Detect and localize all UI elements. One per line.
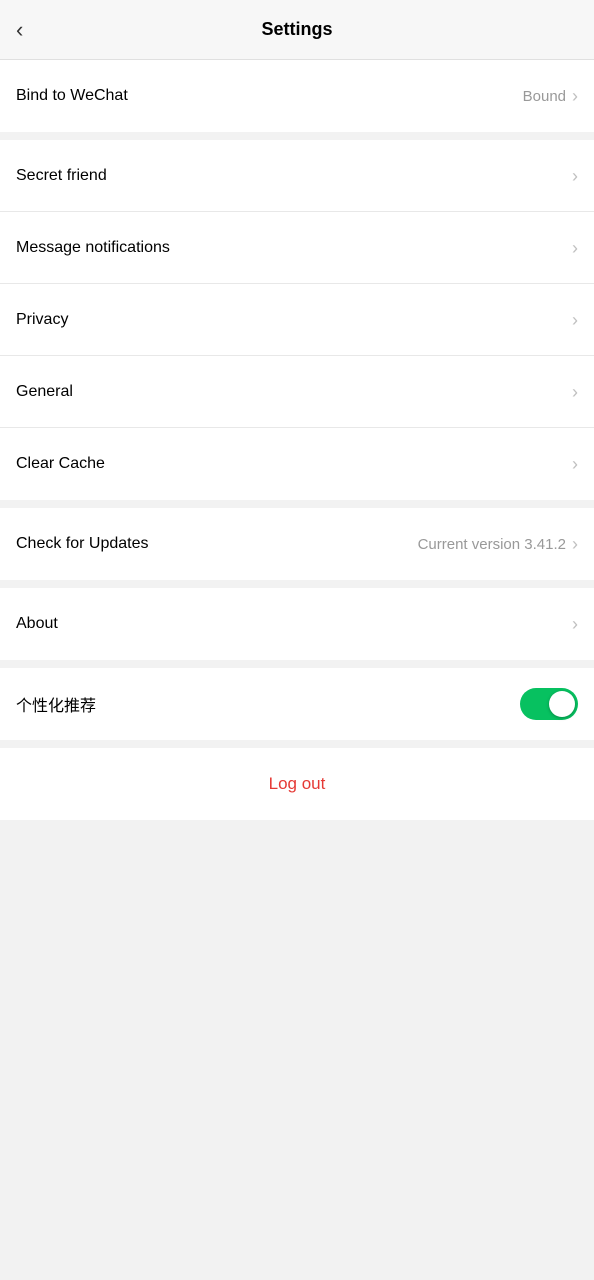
personalized-toggle[interactable]: [520, 688, 578, 720]
section-bind: Bind to WeChat Bound ›: [0, 60, 594, 132]
chevron-icon: ›: [572, 239, 578, 257]
check-updates-right: Current version 3.41.2 ›: [418, 535, 578, 553]
general-right: ›: [572, 383, 578, 401]
row-personalized[interactable]: 个性化推荐: [0, 668, 594, 740]
check-updates-value: Current version 3.41.2: [418, 536, 566, 553]
privacy-label: Privacy: [16, 311, 68, 329]
row-clear-cache[interactable]: Clear Cache ›: [0, 428, 594, 500]
general-label: General: [16, 383, 73, 401]
chevron-icon: ›: [572, 455, 578, 473]
personalized-label: 个性化推荐: [16, 692, 96, 716]
message-notifications-right: ›: [572, 239, 578, 257]
toggle-knob: [549, 691, 575, 717]
message-notifications-label: Message notifications: [16, 239, 170, 257]
row-privacy[interactable]: Privacy ›: [0, 284, 594, 356]
section-personalized: 个性化推荐: [0, 668, 594, 740]
header: ‹ Settings: [0, 0, 594, 60]
chevron-icon: ›: [572, 535, 578, 553]
clear-cache-label: Clear Cache: [16, 455, 105, 473]
page-title: Settings: [261, 19, 332, 40]
logout-section[interactable]: Log out: [0, 748, 594, 820]
section-updates: Check for Updates Current version 3.41.2…: [0, 508, 594, 580]
bind-wechat-value: Bound: [523, 88, 566, 105]
chevron-icon: ›: [572, 311, 578, 329]
secret-friend-right: ›: [572, 167, 578, 185]
section-about: About ›: [0, 588, 594, 660]
row-general[interactable]: General ›: [0, 356, 594, 428]
chevron-icon: ›: [572, 167, 578, 185]
chevron-icon: ›: [572, 383, 578, 401]
chevron-icon: ›: [572, 87, 578, 105]
section-main: Secret friend › Message notifications › …: [0, 140, 594, 500]
bottom-filler: [0, 820, 594, 1060]
about-right: ›: [572, 615, 578, 633]
bind-wechat-label: Bind to WeChat: [16, 87, 128, 105]
clear-cache-right: ›: [572, 455, 578, 473]
row-secret-friend[interactable]: Secret friend ›: [0, 140, 594, 212]
chevron-icon: ›: [572, 615, 578, 633]
row-check-updates[interactable]: Check for Updates Current version 3.41.2…: [0, 508, 594, 580]
row-message-notifications[interactable]: Message notifications ›: [0, 212, 594, 284]
bind-wechat-right: Bound ›: [523, 87, 578, 105]
back-button[interactable]: ‹: [16, 17, 23, 43]
row-bind-wechat[interactable]: Bind to WeChat Bound ›: [0, 60, 594, 132]
back-icon: ‹: [16, 17, 23, 43]
privacy-right: ›: [572, 311, 578, 329]
check-updates-label: Check for Updates: [16, 535, 149, 553]
about-label: About: [16, 615, 58, 633]
row-about[interactable]: About ›: [0, 588, 594, 660]
logout-button[interactable]: Log out: [269, 774, 326, 794]
personalized-right: [520, 688, 578, 720]
secret-friend-label: Secret friend: [16, 167, 107, 185]
